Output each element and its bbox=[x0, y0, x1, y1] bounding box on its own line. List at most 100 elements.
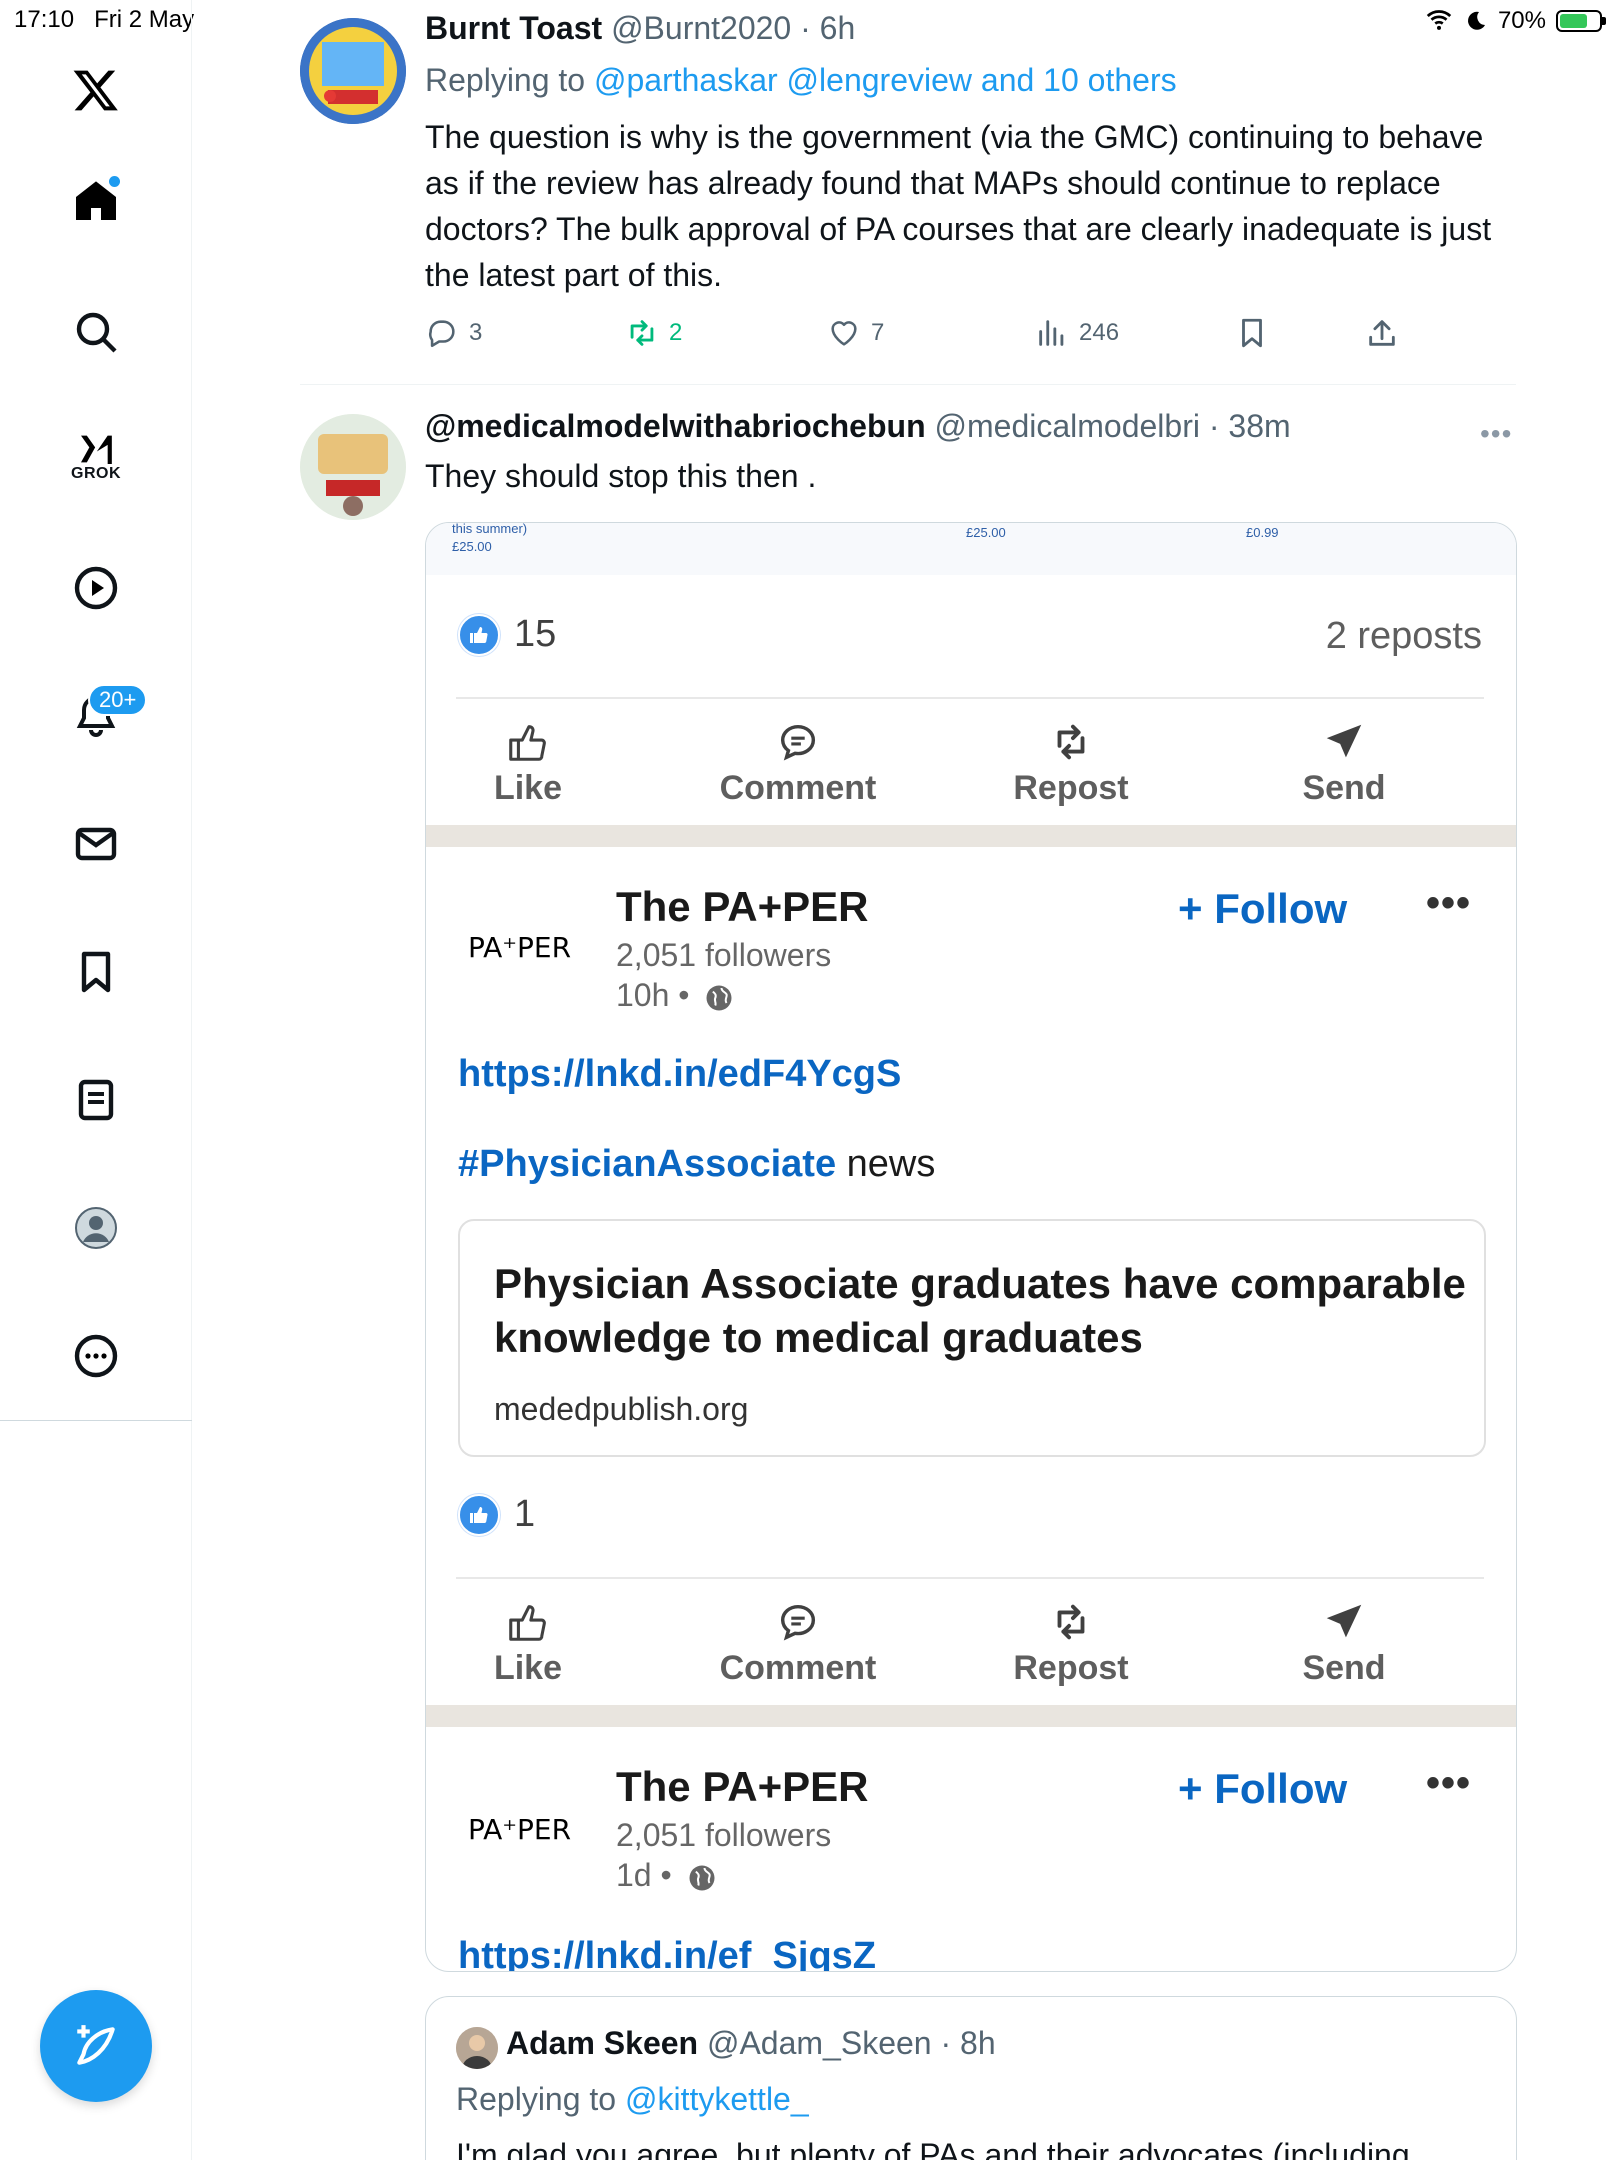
li-repost-button[interactable]: Repost bbox=[971, 1599, 1171, 1688]
like-button[interactable]: 7 bbox=[827, 316, 884, 350]
li-repost-button[interactable]: Repost bbox=[971, 719, 1171, 808]
quote-header: Adam Skeen @Adam_Skeen · 8h bbox=[506, 2025, 996, 2061]
follower-count: 2,051 followers bbox=[616, 1817, 832, 1853]
globe-icon bbox=[689, 1865, 715, 1891]
follow-button[interactable]: + Follow bbox=[1178, 1765, 1347, 1813]
tweet-time: 6h bbox=[819, 10, 856, 46]
replying-to-link[interactable]: @parthaskar @lengreview and 10 others bbox=[594, 62, 1177, 98]
li-send-button[interactable]: Send bbox=[1244, 1599, 1444, 1688]
li-repost-label: Repost bbox=[1013, 769, 1129, 807]
author-name[interactable]: Burnt Toast bbox=[425, 10, 602, 46]
video-icon[interactable] bbox=[60, 552, 132, 624]
post-link[interactable]: https://lnkd.in/ef_SjqsZ bbox=[458, 1935, 876, 1971]
post-age-text: 10h • bbox=[616, 977, 690, 1013]
quote-author-name[interactable]: Adam Skeen bbox=[506, 2025, 698, 2061]
lists-icon[interactable] bbox=[60, 1064, 132, 1136]
unread-dot bbox=[109, 176, 120, 187]
li-comment-label: Comment bbox=[719, 769, 877, 807]
repost-icon bbox=[630, 320, 654, 346]
li-like-button[interactable]: Like bbox=[428, 1599, 628, 1688]
cropped-strip: this summer) £25.00 £25.00 £0.99 bbox=[426, 523, 1516, 575]
reply-icon bbox=[429, 320, 455, 348]
bookmark-button[interactable] bbox=[1235, 316, 1269, 350]
feed-separator bbox=[426, 1705, 1516, 1727]
li-like-label: Like bbox=[493, 769, 563, 807]
li-comment-button[interactable]: Comment bbox=[698, 719, 898, 808]
reaction-summary[interactable]: 1 bbox=[458, 1493, 535, 1536]
like-count: 7 bbox=[871, 319, 885, 346]
tweet-time: 38m bbox=[1228, 408, 1291, 444]
author-name[interactable]: @medicalmodelwithabriochebun bbox=[425, 408, 926, 444]
notification-badge: 20+ bbox=[88, 684, 148, 716]
author-handle[interactable]: @Burnt2020 bbox=[611, 10, 791, 46]
replying-to-link[interactable]: @kittykettle_ bbox=[625, 2081, 809, 2117]
home-icon[interactable] bbox=[60, 166, 132, 238]
li-comment-label: Comment bbox=[719, 1649, 877, 1687]
article-title: Physician Associate graduates have compa… bbox=[494, 1260, 1466, 1361]
x-logo-icon[interactable] bbox=[60, 54, 132, 126]
quote-time: 8h bbox=[960, 2025, 996, 2061]
status-indicators: 70% bbox=[1424, 6, 1606, 36]
mail-icon[interactable] bbox=[60, 808, 132, 880]
hashtag-link[interactable]: #PhysicianAssociate bbox=[458, 1143, 836, 1185]
linkedin-actions: Like Comment Repost Send bbox=[426, 1599, 1516, 1699]
replying-prefix: Replying to bbox=[456, 2081, 617, 2117]
li-comment-button[interactable]: Comment bbox=[698, 1599, 898, 1688]
company-name[interactable]: The PA+PER bbox=[616, 1763, 868, 1811]
li-like-label: Like bbox=[493, 1649, 563, 1687]
follow-button[interactable]: + Follow bbox=[1178, 885, 1347, 933]
linkedin-actions: Like Comment Repost Send bbox=[426, 719, 1516, 819]
company-name[interactable]: The PA+PER bbox=[616, 883, 868, 931]
comment-icon bbox=[780, 725, 816, 761]
profile-icon[interactable] bbox=[60, 1192, 132, 1264]
company-logo[interactable]: PA⁺PER bbox=[468, 931, 571, 964]
tweet-more-button[interactable]: ••• bbox=[1480, 418, 1512, 450]
article-card[interactable]: Physician Associate graduates have compa… bbox=[458, 1219, 1486, 1457]
quote-text: I'm glad you agree, but plenty of PAs an… bbox=[456, 2137, 1410, 2160]
repost-count: 2 bbox=[669, 319, 683, 346]
post-more-button[interactable]: ••• bbox=[1426, 881, 1471, 926]
repost-button[interactable]: 2 bbox=[625, 316, 682, 350]
send-icon bbox=[1326, 724, 1362, 758]
bookmark-icon bbox=[1242, 318, 1262, 348]
quote-author-handle[interactable]: @Adam_Skeen bbox=[707, 2025, 932, 2061]
quoted-tweet[interactable]: Adam Skeen @Adam_Skeen · 8h Replying to … bbox=[425, 1996, 1517, 2160]
grok-label: GROK bbox=[71, 465, 121, 482]
tweet-text: The question is why is the government (v… bbox=[425, 119, 1492, 293]
avatar[interactable] bbox=[300, 18, 406, 124]
reply-button[interactable]: 3 bbox=[425, 316, 482, 350]
sidebar: GROK 20+ bbox=[0, 0, 192, 2160]
views-button[interactable]: 246 bbox=[1035, 316, 1119, 350]
follower-count: 2,051 followers bbox=[616, 937, 832, 973]
view-count: 246 bbox=[1079, 319, 1120, 346]
repost-summary[interactable]: 2 reposts bbox=[1326, 615, 1482, 658]
post-text-suffix: news bbox=[846, 1143, 936, 1185]
reaction-summary[interactable]: 15 bbox=[458, 613, 556, 656]
send-icon bbox=[1326, 1604, 1362, 1638]
li-send-button[interactable]: Send bbox=[1244, 719, 1444, 808]
compose-button[interactable] bbox=[40, 1990, 152, 2102]
thumbs-up-icon bbox=[509, 1605, 546, 1641]
avatar[interactable] bbox=[300, 414, 406, 520]
reaction-count: 15 bbox=[514, 613, 557, 655]
tweet-media-image[interactable]: this summer) £25.00 £25.00 £0.99 15 2 re… bbox=[425, 522, 1517, 1972]
post-more-button[interactable]: ••• bbox=[1426, 1761, 1471, 1806]
tweet-actions: 3 2 7 246 bbox=[425, 316, 1425, 356]
post-link[interactable]: https://lnkd.in/edF4YcgS bbox=[458, 1053, 901, 1096]
signal-icon bbox=[1426, 10, 1452, 30]
post-age-text: 1d • bbox=[616, 1857, 672, 1893]
company-logo[interactable]: PA⁺PER bbox=[468, 1813, 571, 1846]
repost-icon bbox=[1057, 724, 1085, 760]
search-icon[interactable] bbox=[60, 296, 132, 368]
share-button[interactable] bbox=[1365, 316, 1399, 350]
like-reaction-icon bbox=[458, 613, 500, 656]
compose-icon bbox=[77, 2025, 115, 2065]
li-send-label: Send bbox=[1302, 1649, 1386, 1687]
author-handle[interactable]: @medicalmodelbri bbox=[935, 408, 1200, 444]
quote-avatar[interactable] bbox=[456, 2027, 498, 2069]
like-reaction-icon bbox=[458, 1493, 500, 1536]
grok-icon[interactable]: GROK bbox=[60, 420, 132, 492]
li-like-button[interactable]: Like bbox=[428, 719, 628, 808]
bookmark-icon[interactable] bbox=[60, 936, 132, 1008]
more-icon[interactable] bbox=[60, 1320, 132, 1392]
